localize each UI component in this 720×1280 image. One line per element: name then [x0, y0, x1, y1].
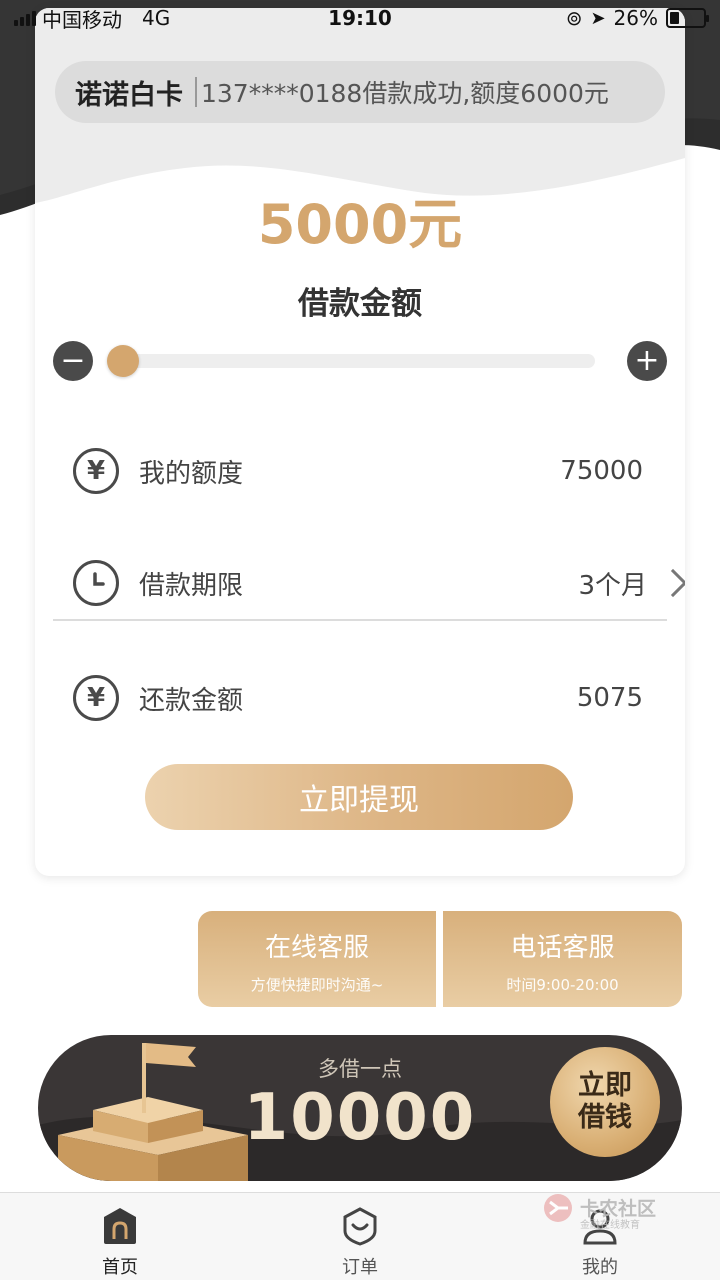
phone-service-subtitle: 时间9:00-20:00 — [506, 976, 619, 994]
minus-icon: − — [60, 343, 86, 378]
increase-button[interactable]: + — [627, 341, 667, 381]
tab-mine[interactable]: 我的 — [540, 1193, 660, 1280]
borrow-now-line1: 立即 — [578, 1069, 632, 1101]
phone-service-title: 电话客服 — [510, 933, 615, 963]
withdraw-button[interactable]: 立即提现 — [145, 764, 573, 830]
signal-icon — [14, 10, 36, 26]
borrow-now-badge[interactable]: 立即 借钱 — [550, 1047, 660, 1157]
borrow-now-line2: 借钱 — [578, 1102, 632, 1133]
term-value: 3个月 — [578, 570, 647, 601]
term-row[interactable]: 借款期限 3个月 — [73, 558, 685, 608]
status-left: 中国移动 4G — [14, 4, 170, 33]
divider — [53, 619, 667, 621]
loan-card: 诺诺白卡 137****0188借款成功,额度6000元 5000元 借款金额 … — [35, 8, 685, 876]
chevron-right-icon — [658, 568, 685, 598]
battery-icon — [666, 8, 709, 28]
status-bar: 中国移动 4G 19:10 ⊚ ➤ 26% — [0, 0, 720, 36]
network-label: 4G — [142, 6, 171, 30]
tab-bar: 首页 订单 我的 — [0, 1192, 720, 1280]
location-icon: ➤ — [590, 7, 606, 29]
online-service-button[interactable]: 在线客服 方便快捷即时沟通~ — [198, 911, 436, 1007]
battery-percent: 26% — [613, 6, 658, 30]
phone-service-button[interactable]: 电话客服 时间9:00-20:00 — [443, 911, 682, 1007]
term-label: 借款期限 — [139, 570, 244, 601]
status-right: ⊚ ➤ 26% — [565, 6, 709, 30]
repay-row: ¥ 还款金额 5075 — [73, 673, 643, 723]
amount-slider-thumb[interactable] — [107, 345, 139, 377]
notice-divider — [195, 77, 197, 107]
decrease-button[interactable]: − — [53, 341, 93, 381]
tab-home-label: 首页 — [102, 1257, 138, 1278]
orientation-lock-icon: ⊚ — [565, 6, 583, 30]
clock-icon — [73, 560, 119, 606]
quota-value: 75000 — [560, 456, 643, 486]
plus-icon: + — [634, 343, 660, 378]
notice-message: 137****0188借款成功,额度6000元 — [201, 79, 609, 108]
loan-amount: 5000元 — [257, 193, 463, 256]
tab-orders-label: 订单 — [342, 1257, 378, 1278]
amount-slider-row: − + — [53, 341, 667, 381]
repay-value: 5075 — [576, 683, 643, 713]
notice-brand: 诺诺白卡 — [75, 79, 183, 111]
yen-icon: ¥ — [73, 675, 119, 721]
tab-orders[interactable]: 订单 — [300, 1193, 420, 1280]
quota-label: 我的额度 — [139, 458, 244, 489]
amount-slider-track[interactable] — [107, 345, 595, 377]
profile-icon — [583, 1209, 617, 1245]
repay-label: 还款金额 — [139, 685, 244, 716]
notice-bar[interactable]: 诺诺白卡 137****0188借款成功,额度6000元 — [55, 61, 665, 123]
quota-row: ¥ 我的额度 75000 — [73, 446, 643, 496]
tab-home[interactable]: 首页 — [60, 1193, 180, 1280]
home-icon — [104, 1208, 136, 1244]
borrow-more-banner[interactable]: 多借一点 10000 立即 借钱 — [38, 1035, 682, 1181]
yen-icon: ¥ — [73, 448, 119, 494]
loan-amount-label: 借款金额 — [298, 286, 422, 322]
online-service-title: 在线客服 — [264, 933, 369, 963]
orders-icon — [343, 1207, 377, 1246]
tab-mine-label: 我的 — [582, 1257, 618, 1278]
online-service-subtitle: 方便快捷即时沟通~ — [250, 976, 384, 994]
carrier-label: 中国移动 — [42, 7, 122, 32]
